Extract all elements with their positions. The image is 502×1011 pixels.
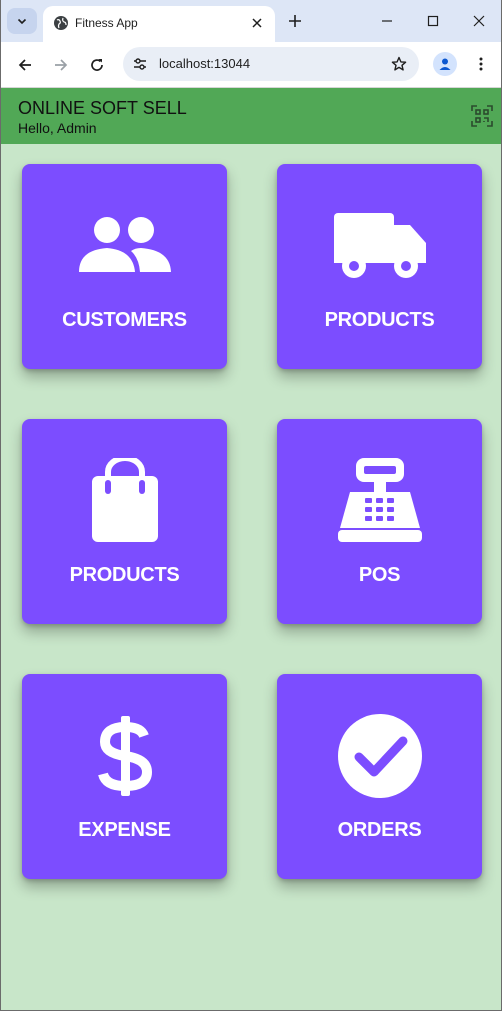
- account-icon: [439, 58, 451, 70]
- browser-menu-button[interactable]: [469, 52, 493, 76]
- tile-label: CUSTOMERS: [62, 309, 187, 331]
- more-vert-icon: [479, 57, 483, 71]
- browser-toolbar: localhost:13044: [1, 42, 501, 88]
- customers-tile[interactable]: CUSTOMERS: [22, 164, 227, 369]
- maximize-button[interactable]: [410, 6, 456, 36]
- browser-window: Fitness App localhost:13044 ONLINE SOFT …: [0, 0, 502, 1011]
- shopping-bag-icon: [91, 458, 158, 542]
- truck-icon: [333, 213, 426, 278]
- orders-tile[interactable]: ORDERS: [277, 674, 482, 879]
- bookmark-button[interactable]: [389, 54, 409, 74]
- minimize-button[interactable]: [364, 6, 410, 36]
- profile-button[interactable]: [433, 52, 457, 76]
- minimize-icon: [382, 20, 392, 22]
- site-info-button[interactable]: [131, 55, 149, 73]
- dollar-icon: [97, 716, 152, 796]
- qr-scan-icon: [471, 105, 493, 127]
- reload-button[interactable]: [83, 51, 111, 79]
- new-tab-button[interactable]: [283, 9, 307, 33]
- active-tab[interactable]: Fitness App: [43, 6, 275, 42]
- forward-button[interactable]: [47, 51, 75, 79]
- back-button[interactable]: [11, 51, 39, 79]
- people-icon: [78, 217, 171, 272]
- expense-tile[interactable]: EXPENSE: [22, 674, 227, 879]
- check-circle-icon: [337, 714, 422, 798]
- tile-label: ORDERS: [337, 819, 422, 841]
- tab-strip: Fitness App: [1, 0, 501, 42]
- maximize-icon: [427, 15, 439, 27]
- star-icon: [391, 56, 407, 71]
- products-bag-tile[interactable]: PRODUCTS: [22, 419, 227, 624]
- tile-label: POS: [358, 564, 401, 586]
- tab-search-button[interactable]: [7, 8, 37, 34]
- tab-close-button[interactable]: [247, 13, 267, 33]
- qr-scan-button[interactable]: [471, 105, 493, 127]
- address-bar[interactable]: localhost:13044: [123, 47, 419, 81]
- chevron-down-icon: [17, 18, 27, 25]
- products-tile[interactable]: PRODUCTS: [277, 164, 482, 369]
- reload-icon: [91, 59, 103, 71]
- close-icon: [252, 18, 262, 28]
- close-icon: [473, 15, 485, 27]
- user-greeting: Hello, Admin: [18, 120, 97, 136]
- plus-icon: [289, 15, 301, 27]
- tile-label: PRODUCTS: [324, 309, 435, 331]
- tile-label: EXPENSE: [78, 819, 171, 841]
- close-window-button[interactable]: [456, 6, 501, 36]
- app-title: ONLINE SOFT SELL: [18, 98, 187, 118]
- url-text: localhost:13044: [159, 56, 251, 71]
- arrow-right-icon: [55, 59, 68, 71]
- tune-icon: [134, 58, 146, 70]
- arrow-left-icon: [18, 59, 31, 71]
- tile-label: PRODUCTS: [69, 564, 180, 586]
- globe-icon: [54, 16, 68, 30]
- cash-register-icon: [337, 458, 422, 542]
- tab-title: Fitness App: [75, 16, 138, 30]
- pos-tile[interactable]: POS: [277, 419, 482, 624]
- app-header: ONLINE SOFT SELL Hello, Admin: [1, 88, 501, 144]
